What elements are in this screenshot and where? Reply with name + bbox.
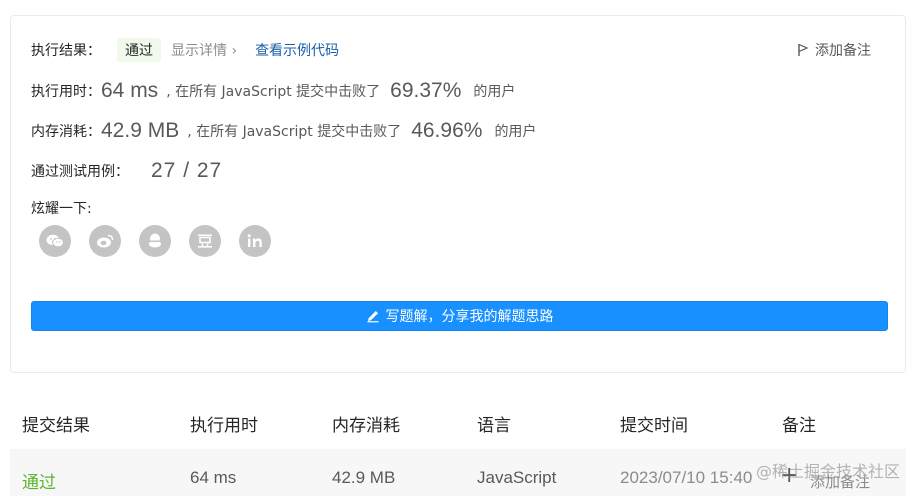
result-label: 执行结果： — [31, 43, 101, 59]
weibo-icon[interactable] — [89, 225, 121, 257]
row-status-link[interactable]: 通过 — [22, 468, 56, 493]
runtime-value: 64 ms — [101, 79, 159, 102]
pencil-icon — [367, 311, 378, 323]
header-time: 提交时间 — [620, 416, 688, 436]
result-row: 执行结果： 通过 显示详情 › 查看示例代码 — [31, 38, 339, 62]
runtime-percent: 69.37% — [390, 79, 462, 102]
table-header: 提交结果 执行用时 内存消耗 语言 提交时间 备注 — [10, 393, 906, 449]
memory-row: 内存消耗： 42.9 MB , 在所有 JavaScript 提交中击败了 46… — [31, 116, 536, 146]
header-language: 语言 — [477, 416, 511, 436]
runtime-suffix: 的用户 — [473, 84, 516, 100]
runtime-label: 执行用时： — [31, 84, 101, 100]
flag-icon — [798, 43, 809, 56]
header-runtime: 执行用时 — [190, 416, 258, 436]
share-label: 炫耀一下: — [31, 201, 92, 217]
memory-comparison-text: , 在所有 JavaScript 提交中击败了 — [187, 124, 402, 140]
row-memory: 42.9 MB — [332, 468, 396, 487]
tests-row: 通过测试用例： 27 / 27 — [31, 156, 222, 186]
runtime-row: 执行用时： 64 ms , 在所有 JavaScript 提交中击败了 69.3… — [31, 76, 515, 106]
header-note: 备注 — [782, 416, 816, 436]
header-status: 提交结果 — [22, 416, 90, 436]
qq-icon[interactable] — [139, 225, 171, 257]
wechat-icon[interactable] — [39, 225, 71, 257]
share-icons — [39, 225, 289, 257]
watermark: @稀土掘金技术社区 — [755, 462, 900, 481]
tests-label: 通过测试用例： — [31, 164, 129, 180]
view-sample-code-link[interactable]: 查看示例代码 — [255, 40, 339, 60]
memory-percent: 46.96% — [411, 119, 483, 142]
write-solution-button[interactable]: 写题解，分享我的解题思路 — [31, 301, 888, 331]
header-memory: 内存消耗 — [332, 416, 400, 436]
memory-label: 内存消耗： — [31, 124, 101, 140]
write-solution-label: 写题解，分享我的解题思路 — [385, 309, 554, 325]
submission-result-card: 执行结果： 通过 显示详情 › 查看示例代码 添加备注 执行用时： 64 ms … — [10, 15, 906, 373]
row-time: 2023/07/10 15:40 — [620, 468, 753, 487]
memory-suffix: 的用户 — [494, 124, 537, 140]
douban-icon[interactable] — [189, 225, 221, 257]
show-details-link[interactable]: 显示详情 › — [171, 40, 237, 60]
runtime-comparison-text: , 在所有 JavaScript 提交中击败了 — [166, 84, 381, 100]
status-badge: 通过 — [117, 38, 161, 62]
linkedin-icon[interactable] — [239, 225, 271, 257]
add-note-label: 添加备注 — [815, 43, 871, 59]
memory-value: 42.9 MB — [101, 119, 180, 142]
tests-value: 27 / 27 — [151, 159, 223, 182]
share-row: 炫耀一下: — [31, 198, 92, 218]
add-note-button[interactable]: 添加备注 — [797, 40, 871, 60]
row-language: JavaScript — [477, 468, 557, 487]
row-runtime: 64 ms — [190, 468, 237, 487]
